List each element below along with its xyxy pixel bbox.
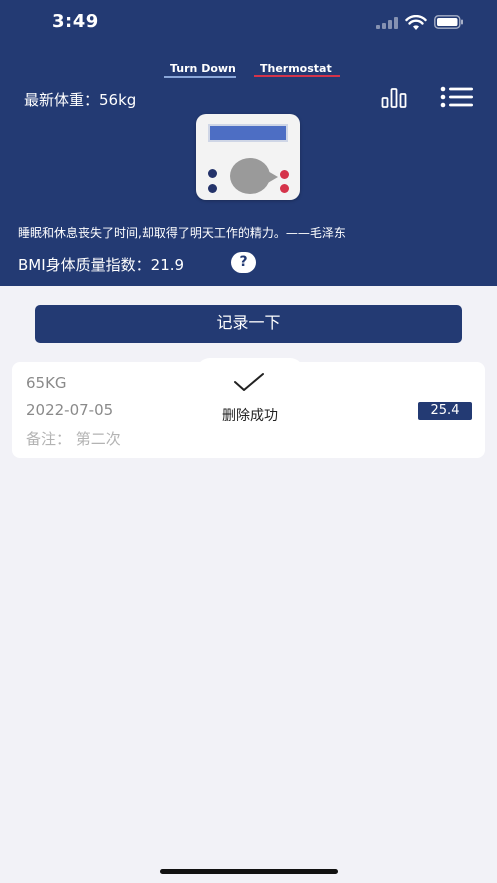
- latest-weight: 最新体重：56kg: [24, 91, 137, 109]
- status-bar: 3:49: [0, 0, 497, 46]
- status-time: 3:49: [52, 11, 99, 32]
- battery-icon: [434, 15, 463, 29]
- logo-left-text: Turn Down: [170, 62, 236, 75]
- thermostat-dial-pointer: [266, 170, 278, 184]
- thermostat-button: [280, 184, 289, 193]
- bmi-badge: 25.4: [418, 402, 472, 420]
- app-logo: Turn Down Thermostat: [162, 56, 342, 82]
- record-button[interactable]: 记录一下: [35, 305, 462, 343]
- record-date: 2022-07-05: [26, 401, 114, 419]
- menu-icon[interactable]: [440, 86, 474, 108]
- thermostat-dial: [230, 158, 270, 194]
- thermostat-button: [280, 170, 289, 179]
- thermostat-button: [208, 184, 217, 193]
- wifi-icon: [405, 15, 427, 30]
- chart-icon[interactable]: [381, 86, 407, 108]
- record-note: 备注： 第二次: [26, 430, 121, 448]
- motto-quote: 睡眠和休息丧失了时间,却取得了明天工作的精力。——毛泽东: [18, 226, 346, 240]
- logo-underline: [164, 76, 236, 78]
- check-icon: [234, 373, 264, 391]
- record-weight: 65KG: [26, 374, 67, 392]
- help-icon[interactable]: ?: [231, 252, 256, 273]
- thermostat-screen: [208, 124, 288, 142]
- logo-right-text: Thermostat: [260, 62, 332, 75]
- signal-icon: [376, 17, 398, 29]
- toast: 删除成功: [196, 358, 304, 434]
- thermostat-button: [208, 169, 217, 178]
- app-header: 3:49 Turn Down Thermostat 最新体重：56kg 睡眠和休…: [0, 0, 497, 286]
- toast-message: 删除成功: [222, 408, 278, 424]
- home-indicator[interactable]: [160, 869, 338, 874]
- thermostat-image: [196, 114, 300, 200]
- logo-underline-red: [254, 75, 340, 77]
- bmi-label: BMI身体质量指数：21.9: [18, 256, 185, 274]
